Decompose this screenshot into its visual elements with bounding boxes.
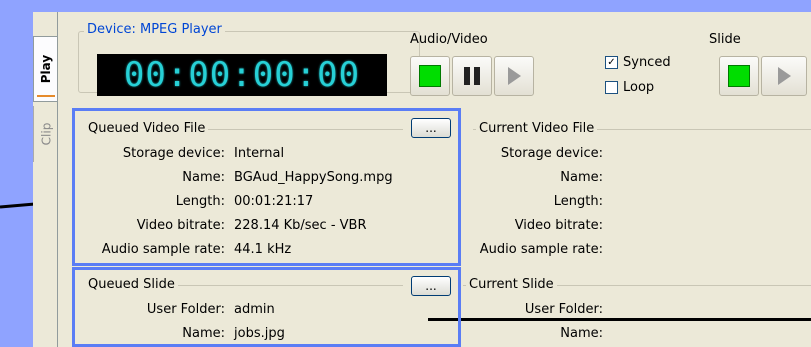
device-panel: Play Clip Device: MPEG Player 00:00:00:0…	[33, 12, 811, 347]
pause-icon	[464, 67, 480, 85]
stop-icon	[728, 65, 750, 87]
cs-folder-label: User Folder:	[524, 302, 603, 317]
cv-bitrate-label: Video bitrate:	[514, 218, 603, 233]
tab-play-label: Play	[39, 54, 53, 84]
queued-video-highlight	[72, 108, 461, 266]
slide-play-button[interactable]	[761, 56, 807, 96]
play-icon	[777, 67, 791, 85]
current-slide-title: Current Slide	[466, 277, 557, 292]
cs-name-label: Name:	[560, 326, 603, 341]
av-play-button[interactable]	[494, 56, 534, 96]
annotation-line	[428, 318, 811, 321]
timecode-display: 00:00:00:00	[97, 54, 387, 96]
cv-storage-label: Storage device:	[500, 146, 603, 161]
tab-clip[interactable]: Clip	[33, 106, 58, 162]
loop-checkbox-box	[605, 81, 618, 94]
current-video-title: Current Video File	[476, 121, 598, 136]
loop-checkbox[interactable]: Loop	[605, 80, 654, 95]
stop-icon	[419, 65, 441, 87]
tab-clip-label: Clip	[38, 122, 53, 146]
av-stop-button[interactable]	[410, 56, 450, 96]
audio-video-label: Audio/Video	[410, 32, 488, 47]
tab-play[interactable]: Play	[33, 36, 58, 102]
queued-slide-highlight	[72, 267, 461, 347]
cv-samplerate-label: Audio sample rate:	[479, 242, 603, 257]
play-icon	[507, 67, 521, 85]
device-title: Device: MPEG Player	[84, 22, 225, 37]
tab-separator	[57, 12, 58, 347]
cv-name-label: Name:	[560, 170, 603, 185]
synced-checkbox[interactable]: ✓ Synced	[605, 55, 671, 70]
loop-label: Loop	[623, 80, 655, 95]
slide-label: Slide	[709, 32, 741, 47]
cv-length-label: Length:	[553, 194, 603, 209]
slide-stop-button[interactable]	[719, 56, 759, 96]
av-pause-button[interactable]	[452, 56, 492, 96]
synced-checkbox-box: ✓	[605, 56, 618, 69]
synced-label: Synced	[623, 55, 671, 70]
